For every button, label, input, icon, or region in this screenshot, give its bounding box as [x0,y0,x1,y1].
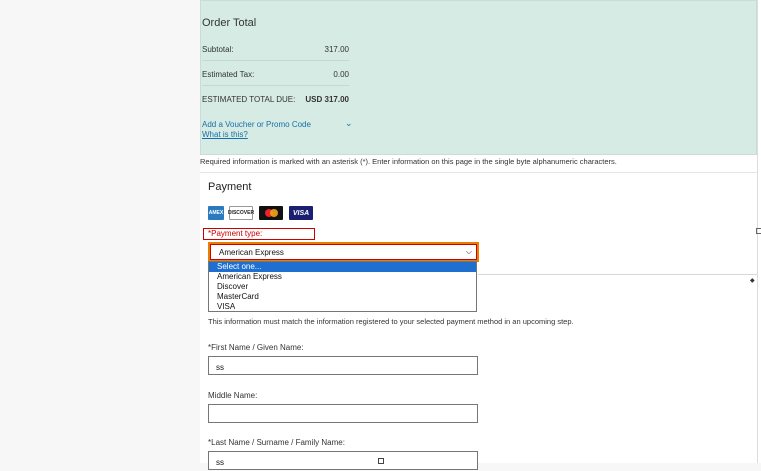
option-mastercard[interactable]: MasterCard [209,292,476,302]
middle-name-input[interactable] [209,407,477,424]
first-name-field[interactable] [208,356,478,376]
divider [478,274,757,275]
chevron-down-icon[interactable]: ⌄ [345,118,353,129]
payment-type-select[interactable]: American Express ⌵ [208,242,479,262]
resize-handle-icon: ◆ [750,278,755,284]
subtotal-value: 317.00 [324,45,349,54]
order-total-title: Order Total [202,17,257,29]
mastercard-card-icon [259,206,283,220]
visa-card-icon: VISA [289,206,313,220]
divider [202,85,349,86]
left-gutter [0,0,200,463]
first-name-label: *First Name / Given Name: [208,343,304,352]
first-name-input[interactable] [209,359,477,376]
edge-handle-icon [756,228,761,234]
tax-value: 0.00 [333,70,349,79]
amex-card-icon: AMEX [208,206,224,220]
info-note: This information must match the informat… [208,317,574,326]
last-name-label: *Last Name / Surname / Family Name: [208,438,345,447]
add-voucher-link[interactable]: Add a Voucher or Promo Code [202,120,311,129]
payment-type-dropdown[interactable]: Select one... American Express Discover … [208,261,477,312]
required-info-note: Required information is marked with an a… [200,157,617,166]
tax-label: Estimated Tax: [202,70,255,79]
discover-card-icon: DISCOVER [228,206,254,220]
payment-type-label: *Payment type: [203,228,315,240]
divider [200,172,757,173]
middle-name-label: Middle Name: [208,391,258,400]
option-american-express[interactable]: American Express [209,272,476,282]
option-select-one[interactable]: Select one... [209,262,476,272]
option-discover[interactable]: Discover [209,282,476,292]
resize-handle-icon [378,458,384,464]
last-name-field[interactable] [208,451,478,471]
option-visa[interactable]: VISA [209,302,476,312]
subtotal-label: Subtotal: [202,45,234,54]
payment-section-title: Payment [208,181,252,193]
divider [202,60,349,61]
total-value: USD 317.00 [305,95,349,104]
what-is-this-link[interactable]: What is this? [202,130,248,139]
payment-type-selected-value: American Express [219,248,284,257]
total-label: ESTIMATED TOTAL DUE: [202,95,296,104]
middle-name-field[interactable] [208,404,478,424]
chevron-down-icon: ⌵ [465,247,472,256]
order-total-panel [200,0,757,155]
